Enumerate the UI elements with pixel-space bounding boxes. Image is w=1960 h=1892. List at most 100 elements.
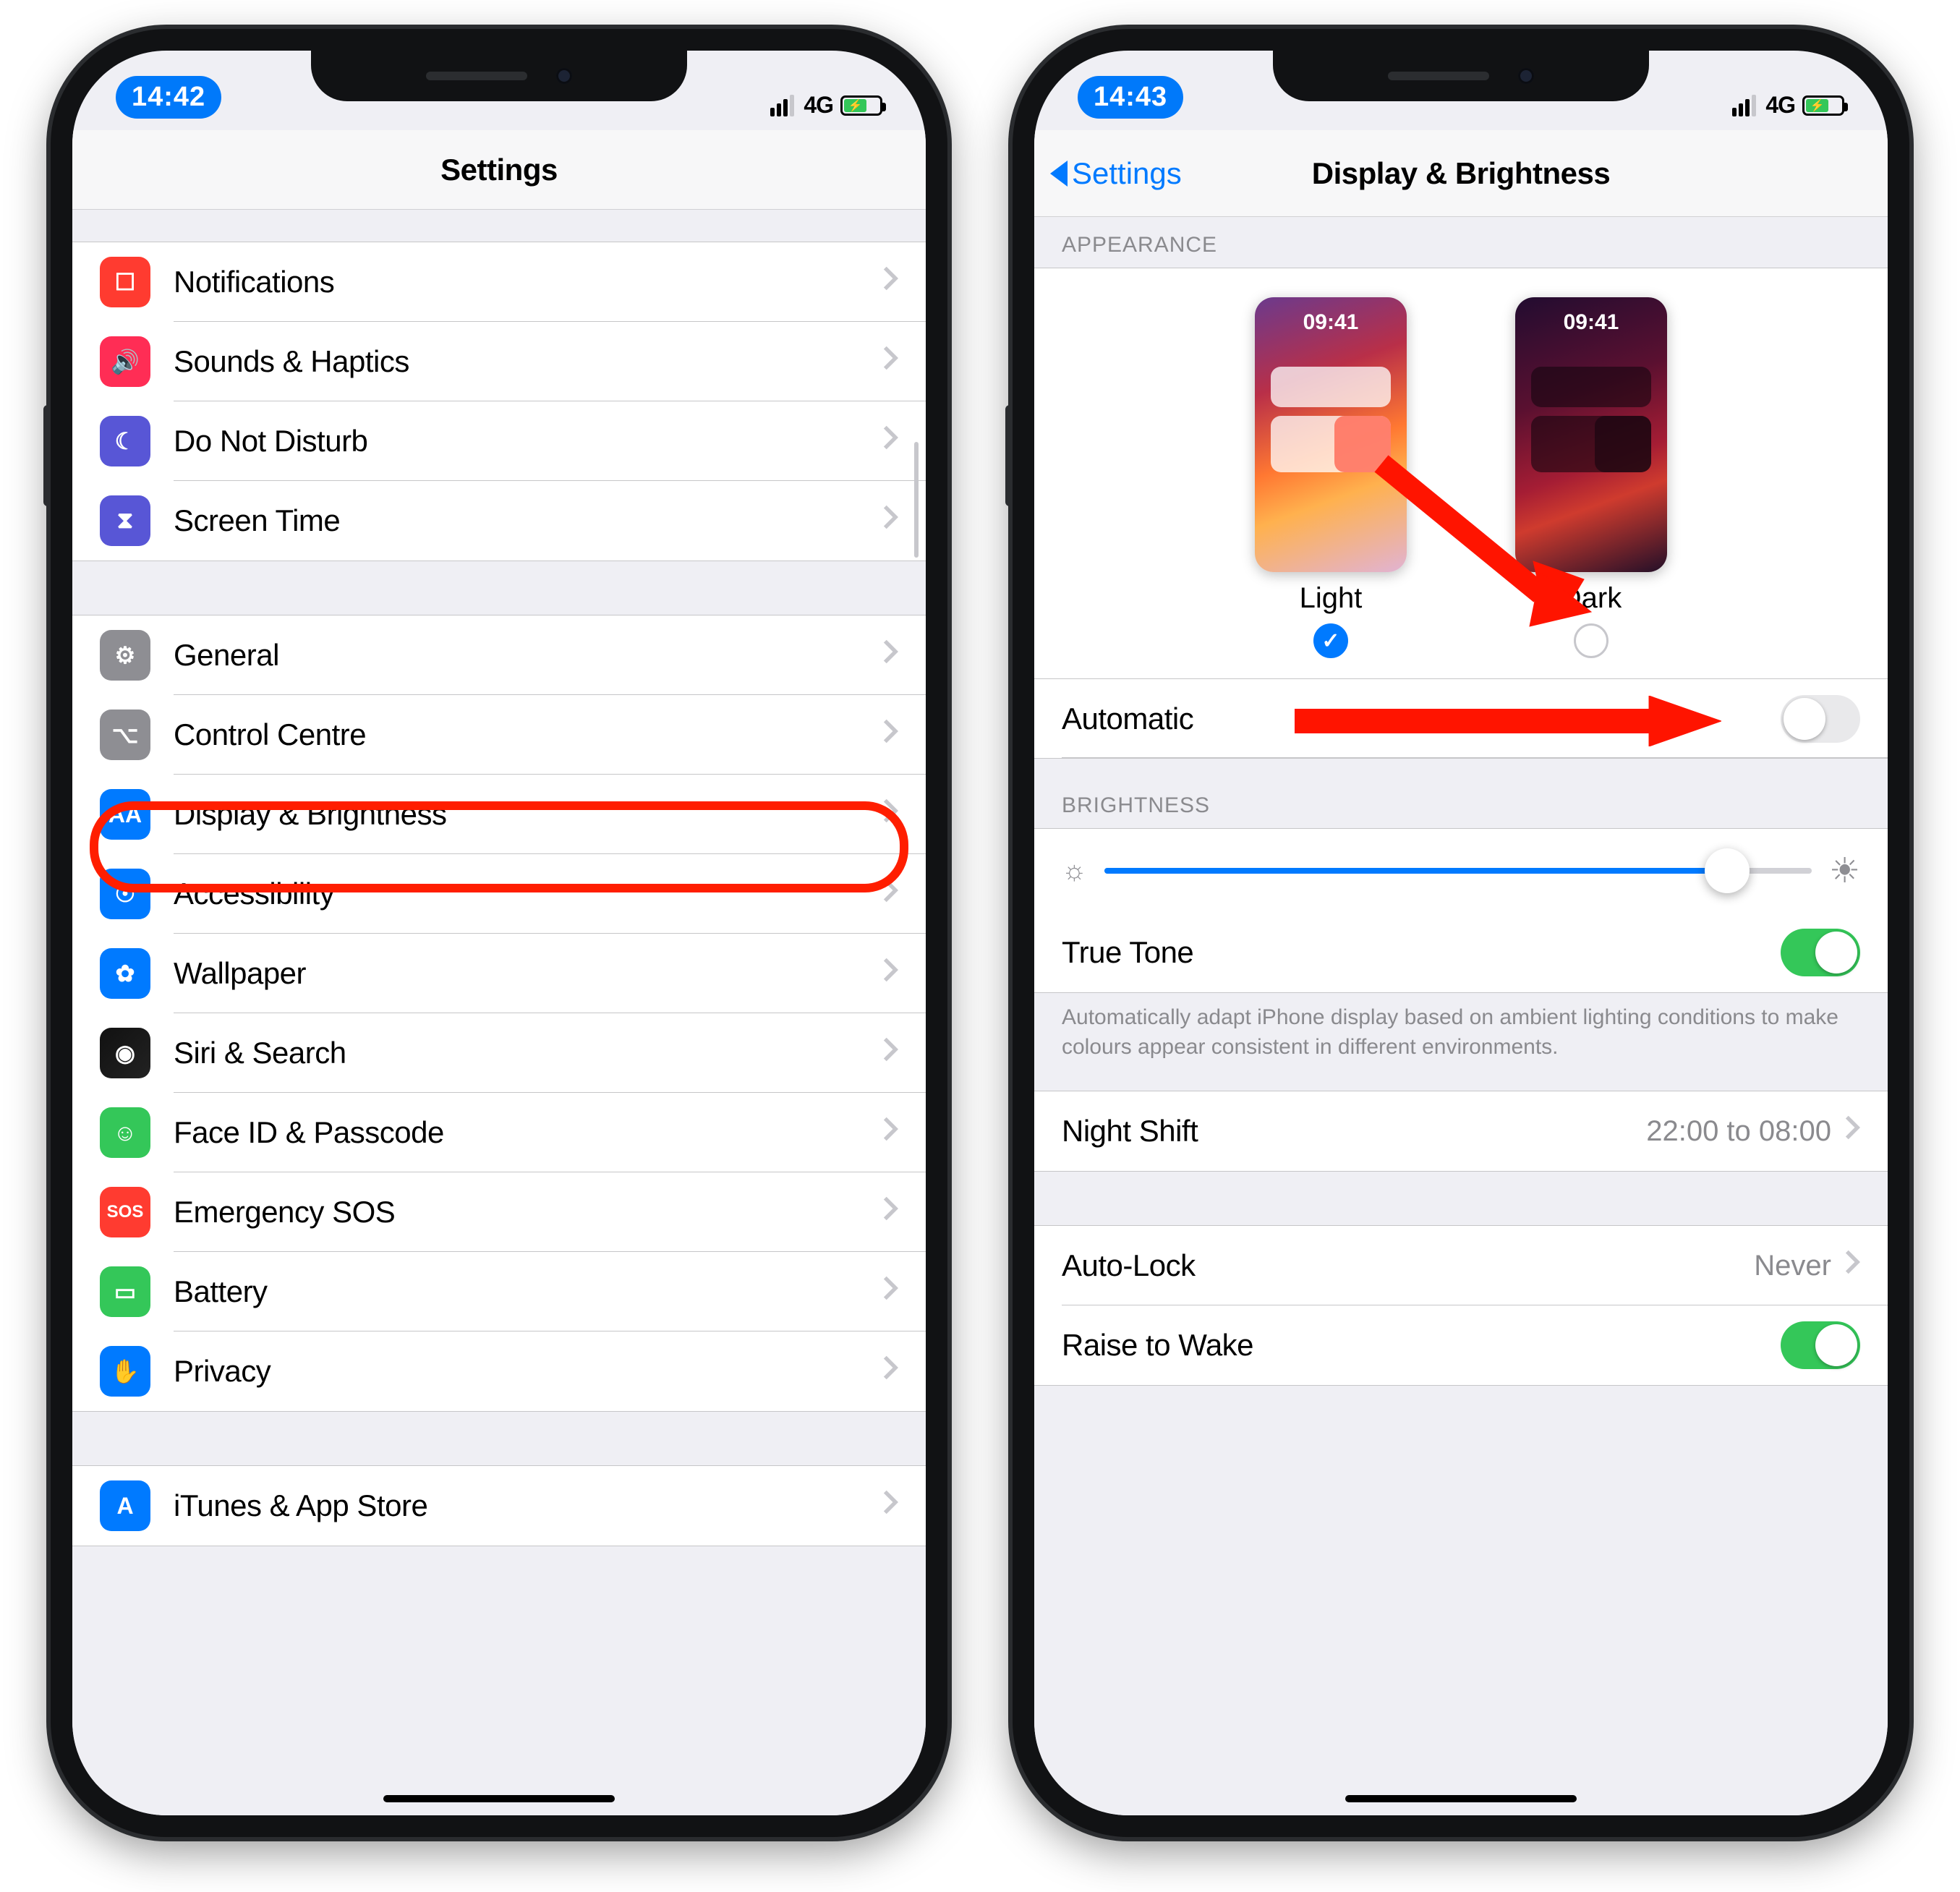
row-label: Emergency SOS xyxy=(174,1195,882,1230)
settings-row-faceid[interactable]: ☺Face ID & Passcode xyxy=(72,1093,926,1172)
clock-pill: 14:43 xyxy=(1078,76,1183,119)
toggle-true-tone[interactable] xyxy=(1781,929,1860,976)
notch xyxy=(311,51,687,101)
row-label: Do Not Disturb xyxy=(174,424,882,459)
settings-row-notifications[interactable]: ☐ Notifications xyxy=(72,242,926,322)
settings-row-sounds[interactable]: 🔊 Sounds & Haptics xyxy=(72,322,926,401)
chevron-right-icon xyxy=(882,504,898,537)
battery-icon xyxy=(1802,95,1844,116)
chevron-right-icon xyxy=(882,718,898,751)
settings-row-control-centre[interactable]: ⌥ Control Centre xyxy=(72,695,926,775)
network-label: 4G xyxy=(804,92,833,119)
chevron-right-icon xyxy=(882,1489,898,1522)
notch xyxy=(1273,51,1649,101)
row-automatic[interactable]: Automatic xyxy=(1034,678,1888,758)
signal-icon xyxy=(770,95,796,116)
gear-icon: ⚙ xyxy=(100,630,150,681)
network-label: 4G xyxy=(1765,92,1795,119)
row-label: Sounds & Haptics xyxy=(174,344,882,379)
accessibility-icon: ☉ xyxy=(100,869,150,919)
brightness-high-icon: ☀ xyxy=(1829,851,1860,891)
row-label: General xyxy=(174,638,882,673)
row-raise-to-wake[interactable]: Raise to Wake xyxy=(1034,1305,1888,1385)
raise-to-wake-label: Raise to Wake xyxy=(1062,1328,1781,1363)
signal-icon xyxy=(1732,95,1758,116)
display-brightness-content[interactable]: APPEARANCE 09:41 Light xyxy=(1034,217,1888,1815)
night-shift-detail: 22:00 to 08:00 xyxy=(1646,1115,1831,1148)
settings-row-gear[interactable]: ⚙ General xyxy=(72,615,926,695)
settings-row-display[interactable]: AA Display & Brightness xyxy=(72,775,926,854)
front-camera xyxy=(1518,68,1534,84)
radio-dark[interactable] xyxy=(1574,623,1609,658)
row-label: Wallpaper xyxy=(174,956,882,991)
header-appearance: APPEARANCE xyxy=(1034,217,1888,268)
row-night-shift[interactable]: Night Shift 22:00 to 08:00 xyxy=(1034,1091,1888,1171)
row-label: Privacy xyxy=(174,1354,882,1389)
page-title: Display & Brightness xyxy=(1312,156,1610,191)
settings-list[interactable]: ☐ Notifications 🔊 Sounds & Haptics ☾ Do Not D… xyxy=(72,210,926,1815)
phone-left: 14:42 4G Settings ☐ Notifications 🔊 Sounds … xyxy=(51,29,947,1837)
wallpaper-icon: ✿ xyxy=(100,948,150,999)
chevron-left-icon xyxy=(1050,161,1068,187)
settings-row-appstore[interactable]: AiTunes & App Store xyxy=(72,1466,926,1546)
appearance-chooser: 09:41 Light 09:41 xyxy=(1034,268,1888,678)
appearance-light[interactable]: 09:41 Light xyxy=(1255,297,1407,658)
control-centre-icon: ⌥ xyxy=(100,710,150,760)
appearance-light-label: Light xyxy=(1255,582,1407,615)
chevron-right-icon xyxy=(1844,1249,1860,1282)
row-label: Notifications xyxy=(174,265,882,299)
night-shift-label: Night Shift xyxy=(1062,1114,1646,1149)
row-label: Screen Time xyxy=(174,503,882,538)
settings-row-wallpaper[interactable]: ✿ Wallpaper xyxy=(72,934,926,1013)
chevron-right-icon xyxy=(1844,1115,1860,1148)
settings-row-screentime[interactable]: ⧗Screen Time xyxy=(72,481,926,561)
settings-row-accessibility[interactable]: ☉Accessibility xyxy=(72,854,926,934)
settings-row-sos[interactable]: SOSEmergency SOS xyxy=(72,1172,926,1252)
chevron-right-icon xyxy=(882,1036,898,1070)
preview-dark: 09:41 xyxy=(1515,297,1667,572)
back-button[interactable]: Settings xyxy=(1050,156,1182,191)
brightness-slider-row[interactable]: ☼ ☀ xyxy=(1034,828,1888,913)
sounds-icon: 🔊 xyxy=(100,336,150,387)
speaker-grille xyxy=(426,72,527,80)
front-camera xyxy=(556,68,572,84)
radio-light[interactable] xyxy=(1313,623,1348,658)
clock-pill: 14:42 xyxy=(116,76,221,119)
display-icon: AA xyxy=(100,789,150,840)
true-tone-label: True Tone xyxy=(1062,935,1781,970)
nav-header: Settings Display & Brightness xyxy=(1034,130,1888,217)
chevron-right-icon xyxy=(882,1116,898,1149)
header-brightness: BRIGHTNESS xyxy=(1034,759,1888,828)
brightness-slider[interactable] xyxy=(1104,868,1812,874)
home-indicator[interactable] xyxy=(383,1795,615,1802)
appearance-dark[interactable]: 09:41 Dark xyxy=(1515,297,1667,658)
true-tone-footer: Automatically adapt iPhone display based… xyxy=(1034,993,1888,1091)
notifications-icon: ☐ xyxy=(100,257,150,307)
scroll-indicator[interactable] xyxy=(914,442,919,558)
faceid-icon: ☺ xyxy=(100,1107,150,1158)
row-label: Control Centre xyxy=(174,717,882,752)
row-label: Display & Brightness xyxy=(174,797,882,832)
toggle-automatic[interactable] xyxy=(1781,695,1860,743)
privacy-icon: ✋ xyxy=(100,1346,150,1397)
settings-row-dnd[interactable]: ☾ Do Not Disturb xyxy=(72,401,926,481)
chevron-right-icon xyxy=(882,639,898,672)
page-title: Settings xyxy=(440,153,558,187)
settings-row-siri[interactable]: ◉Siri & Search xyxy=(72,1013,926,1093)
nav-header: Settings xyxy=(72,130,926,210)
row-label: iTunes & App Store xyxy=(174,1488,882,1523)
toggle-raise-to-wake[interactable] xyxy=(1781,1321,1860,1369)
preview-time: 09:41 xyxy=(1515,310,1667,335)
chevron-right-icon xyxy=(882,1196,898,1229)
battery-icon: ▭ xyxy=(100,1266,150,1317)
siri-icon: ◉ xyxy=(100,1028,150,1078)
settings-row-battery[interactable]: ▭Battery xyxy=(72,1252,926,1331)
dnd-icon: ☾ xyxy=(100,416,150,466)
home-indicator[interactable] xyxy=(1345,1795,1577,1802)
row-auto-lock[interactable]: Auto-Lock Never xyxy=(1034,1226,1888,1305)
phone-right: 14:43 4G Settings Display & Brightness A xyxy=(1013,29,1909,1837)
automatic-label: Automatic xyxy=(1062,702,1781,736)
row-true-tone[interactable]: True Tone xyxy=(1034,913,1888,992)
speaker-grille xyxy=(1388,72,1489,80)
settings-row-privacy[interactable]: ✋ Privacy xyxy=(72,1331,926,1411)
